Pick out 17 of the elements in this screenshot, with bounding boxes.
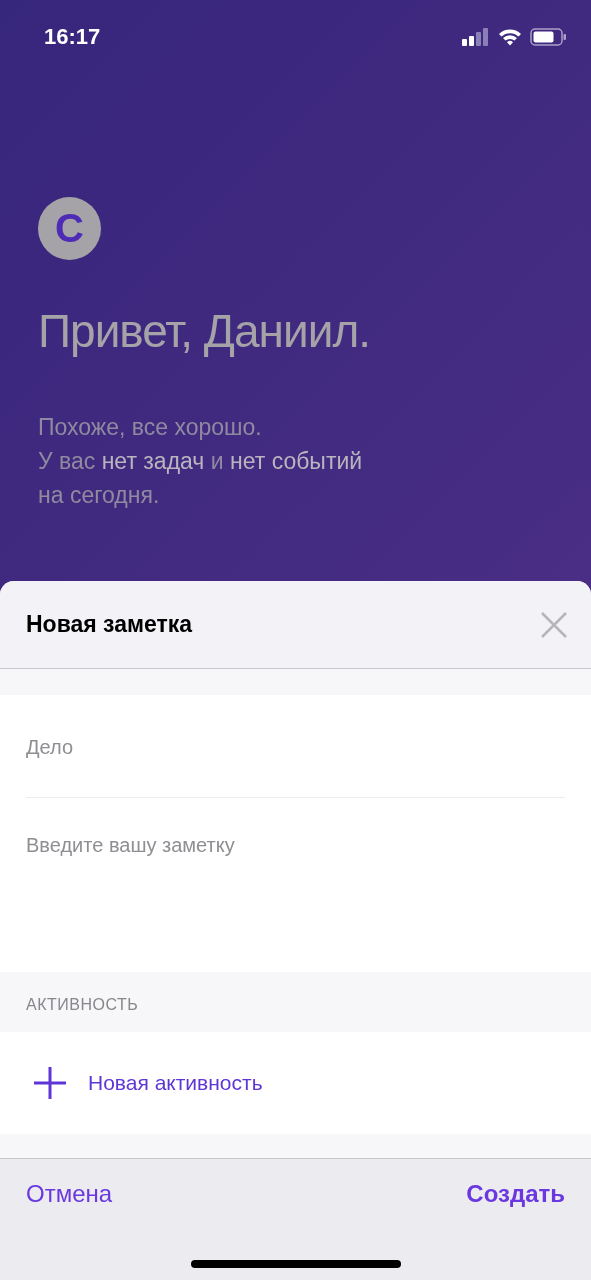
sheet-title: Новая заметка [26, 611, 193, 638]
new-activity-button[interactable]: Новая активность [0, 1032, 591, 1134]
close-icon [539, 609, 569, 640]
note-field[interactable]: Введите вашу заметку [0, 798, 591, 972]
signal-icon [462, 28, 490, 46]
avatar[interactable]: С [38, 197, 101, 260]
section-header: АКТИВНОСТЬ [26, 995, 139, 1014]
greeting: Привет, Даниил. [38, 304, 371, 358]
close-button[interactable] [539, 609, 569, 640]
create-button[interactable]: Создать [466, 1180, 565, 1208]
summary-text: Похоже, все хорошо. У вас нет задач и нет событий на сегодня. [38, 413, 364, 510]
status-time: 16:17 [44, 24, 101, 50]
title-field[interactable]: Дело [0, 695, 591, 798]
cancel-button[interactable]: Отмена [26, 1180, 113, 1208]
wifi-icon [498, 28, 522, 46]
plus-icon [34, 1067, 66, 1099]
battery-icon [530, 28, 567, 46]
